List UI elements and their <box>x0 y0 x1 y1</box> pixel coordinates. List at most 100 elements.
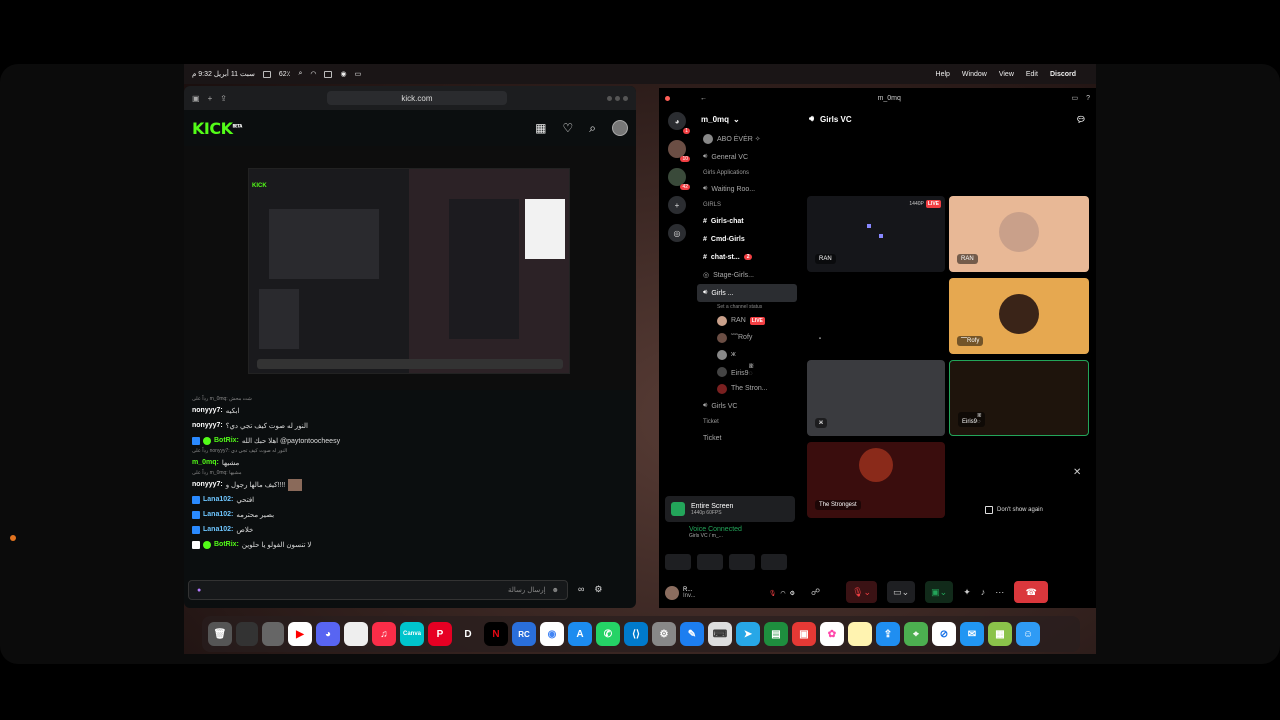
channel-cmd-girls[interactable]: # Cmd-Girls <box>697 230 797 248</box>
address-bar[interactable]: kick.com <box>235 91 599 105</box>
user-tile[interactable]: RAN <box>949 196 1089 272</box>
server-icon[interactable]: 10 <box>668 140 690 162</box>
chat-icon[interactable]: 💬︎ <box>1076 115 1086 124</box>
screen-share-button[interactable]: ▣⌄ <box>925 581 954 603</box>
voice-connected-status[interactable]: Voice Connected Girls VC / m_... <box>665 526 795 550</box>
minimized-window[interactable] <box>236 622 258 646</box>
kick-logo[interactable]: KICKBETA <box>192 119 242 138</box>
url-text[interactable]: kick.com <box>401 94 432 103</box>
more-icon[interactable]: ⋯ <box>995 587 1004 598</box>
app-icon[interactable] <box>344 622 368 646</box>
camera-button[interactable] <box>665 554 691 570</box>
voice-member[interactable]: The Stron... <box>697 380 797 397</box>
window-controls[interactable] <box>607 95 628 101</box>
dont-show-again[interactable]: Don't show again <box>985 506 1043 514</box>
sidebar-toggle-icon[interactable]: ▣ <box>192 94 200 103</box>
stream-video-player[interactable]: KICK <box>184 146 636 390</box>
share-icon[interactable]: ⇪ <box>220 94 227 103</box>
settings-icon[interactable]: ⚙ <box>652 622 676 646</box>
help-icon[interactable]: ? <box>1086 95 1090 102</box>
channel-chat-st[interactable]: # chat-st... 2 <box>697 248 797 266</box>
chat-message[interactable]: Lana102: بصير محترمه <box>192 507 628 522</box>
voice-member[interactable]: ˜˜˜Rofy <box>697 329 797 346</box>
user-tile[interactable]: ˜˜˜Rofy <box>949 278 1089 354</box>
category-ticket[interactable]: Ticket <box>697 415 797 429</box>
user-panel[interactable]: R... Inv... 🎙︎ ◠ ⚙ <box>665 582 795 604</box>
close-icon[interactable]: ✕ <box>1073 467 1081 478</box>
screen-mirror-icon[interactable]: ▭ <box>355 70 362 78</box>
user-tile[interactable]: ж <box>807 360 945 436</box>
battery-icon[interactable] <box>262 70 271 78</box>
menu-app-name[interactable]: Discord <box>1050 71 1076 78</box>
pinterest-icon[interactable]: P <box>428 622 452 646</box>
heart-icon[interactable]: ♡ <box>563 121 574 135</box>
chat-message[interactable]: nonyyy7: ابكيه <box>192 403 628 418</box>
screenshare-panel[interactable]: Entire Screen 1440p 60FPS <box>665 496 795 522</box>
canva-icon[interactable]: Canva <box>400 622 424 646</box>
app-icon[interactable]: ▣ <box>792 622 816 646</box>
channel-general-vc[interactable]: 🔊︎ General VC <box>697 148 797 166</box>
inbox-icon[interactable]: ▭ <box>1071 94 1078 102</box>
invite-icon[interactable]: ☍ <box>811 587 820 598</box>
user-tile[interactable]: Eiris9ᢆ <box>949 360 1089 436</box>
whatsapp-icon[interactable]: ✆ <box>596 622 620 646</box>
app-icon[interactable]: ✎ <box>680 622 704 646</box>
wifi-icon[interactable]: ◠ <box>310 70 316 78</box>
browse-icon[interactable]: ▦ <box>535 121 546 135</box>
category-applications[interactable]: Girls Applications <box>697 166 797 180</box>
stream-tile[interactable]: 1440P LIVE RAN <box>807 196 945 272</box>
settings-icon[interactable]: ⚙ <box>790 590 795 597</box>
voice-member[interactable]: ABO ĖVĖR ✧ <box>697 130 797 148</box>
control-center-icon[interactable]: ◉ <box>340 70 346 78</box>
minimized-window[interactable] <box>262 622 284 646</box>
d-app-icon[interactable]: D <box>456 622 480 646</box>
trash-icon[interactable]: 🗑︎ <box>208 622 232 646</box>
headphones-icon[interactable]: ◠ <box>780 590 785 597</box>
channel-waiting-room[interactable]: 🔊︎ Waiting Roo... <box>697 180 797 198</box>
new-tab-icon[interactable]: + <box>208 94 213 103</box>
search-icon[interactable]: ⌕ <box>589 121 596 136</box>
vscode-icon[interactable]: ⟨⟩ <box>624 622 648 646</box>
menu-window[interactable]: Window <box>962 71 987 78</box>
discord-icon[interactable]: ◕ <box>316 622 340 646</box>
channel-girls-vc[interactable]: 🔊︎ Girls VC <box>697 397 797 415</box>
back-icon[interactable]: ← <box>700 95 707 102</box>
category-girls[interactable]: GIRLS <box>697 198 797 212</box>
netflix-icon[interactable]: N <box>484 622 508 646</box>
channel-ticket[interactable]: Ticket <box>697 429 797 447</box>
user-tile[interactable]: The Strongest <box>807 442 945 518</box>
activities-icon[interactable]: ✦ <box>963 587 971 598</box>
channel-girls-vc-active[interactable]: 🔊︎ Girls ... <box>697 284 797 302</box>
search-icon[interactable]: ⌕ <box>298 70 302 78</box>
app-icon[interactable]: ⇪ <box>876 622 900 646</box>
chat-message[interactable]: nonyyy7: النور له صوت كيف تجي دي؟ <box>192 418 628 433</box>
disconnect-button[interactable]: ☎ <box>1014 581 1049 603</box>
maps-icon[interactable]: ⌖ <box>904 622 928 646</box>
chat-message[interactable]: BotRix: لا تنسون الفولو يا حلوين <box>192 537 628 552</box>
safari-icon[interactable]: ⊘ <box>932 622 956 646</box>
channel-stage-girls[interactable]: ◎ Stage-Girls... <box>697 266 797 284</box>
input-source-icon[interactable] <box>324 70 333 78</box>
app-icon[interactable]: ▤ <box>764 622 788 646</box>
chat-message[interactable]: BotRix: اهلا حبك الله @paytontoocheesy <box>192 433 628 448</box>
datetime-label[interactable]: سبت 11 أبريل 9:32 م <box>192 70 255 78</box>
mic-icon[interactable]: ● <box>197 587 201 594</box>
set-status[interactable]: Set a channel status <box>697 302 797 312</box>
avatar[interactable] <box>612 120 628 136</box>
app-icon[interactable]: ▦ <box>988 622 1012 646</box>
chat-message[interactable]: m_0mq: مشيها <box>192 455 628 470</box>
appstore-icon[interactable]: A <box>568 622 592 646</box>
soundboard-icon[interactable]: ♪ <box>981 587 986 597</box>
app-icon[interactable]: RC <box>512 622 536 646</box>
youtube-icon[interactable]: ▶ <box>288 622 312 646</box>
camera-button[interactable]: ▭⌄ <box>887 581 916 603</box>
mail-icon[interactable]: ✉ <box>960 622 984 646</box>
menu-edit[interactable]: Edit <box>1026 71 1038 78</box>
music-icon[interactable]: ♫ <box>372 622 396 646</box>
activities-button[interactable] <box>729 554 755 570</box>
voice-member[interactable]: Eiris9ᢆ <box>697 363 797 380</box>
keyboard-icon[interactable]: ⌨ <box>708 622 732 646</box>
soundboard-button[interactable] <box>761 554 787 570</box>
screen-share-button[interactable] <box>697 554 723 570</box>
menu-view[interactable]: View <box>999 71 1014 78</box>
